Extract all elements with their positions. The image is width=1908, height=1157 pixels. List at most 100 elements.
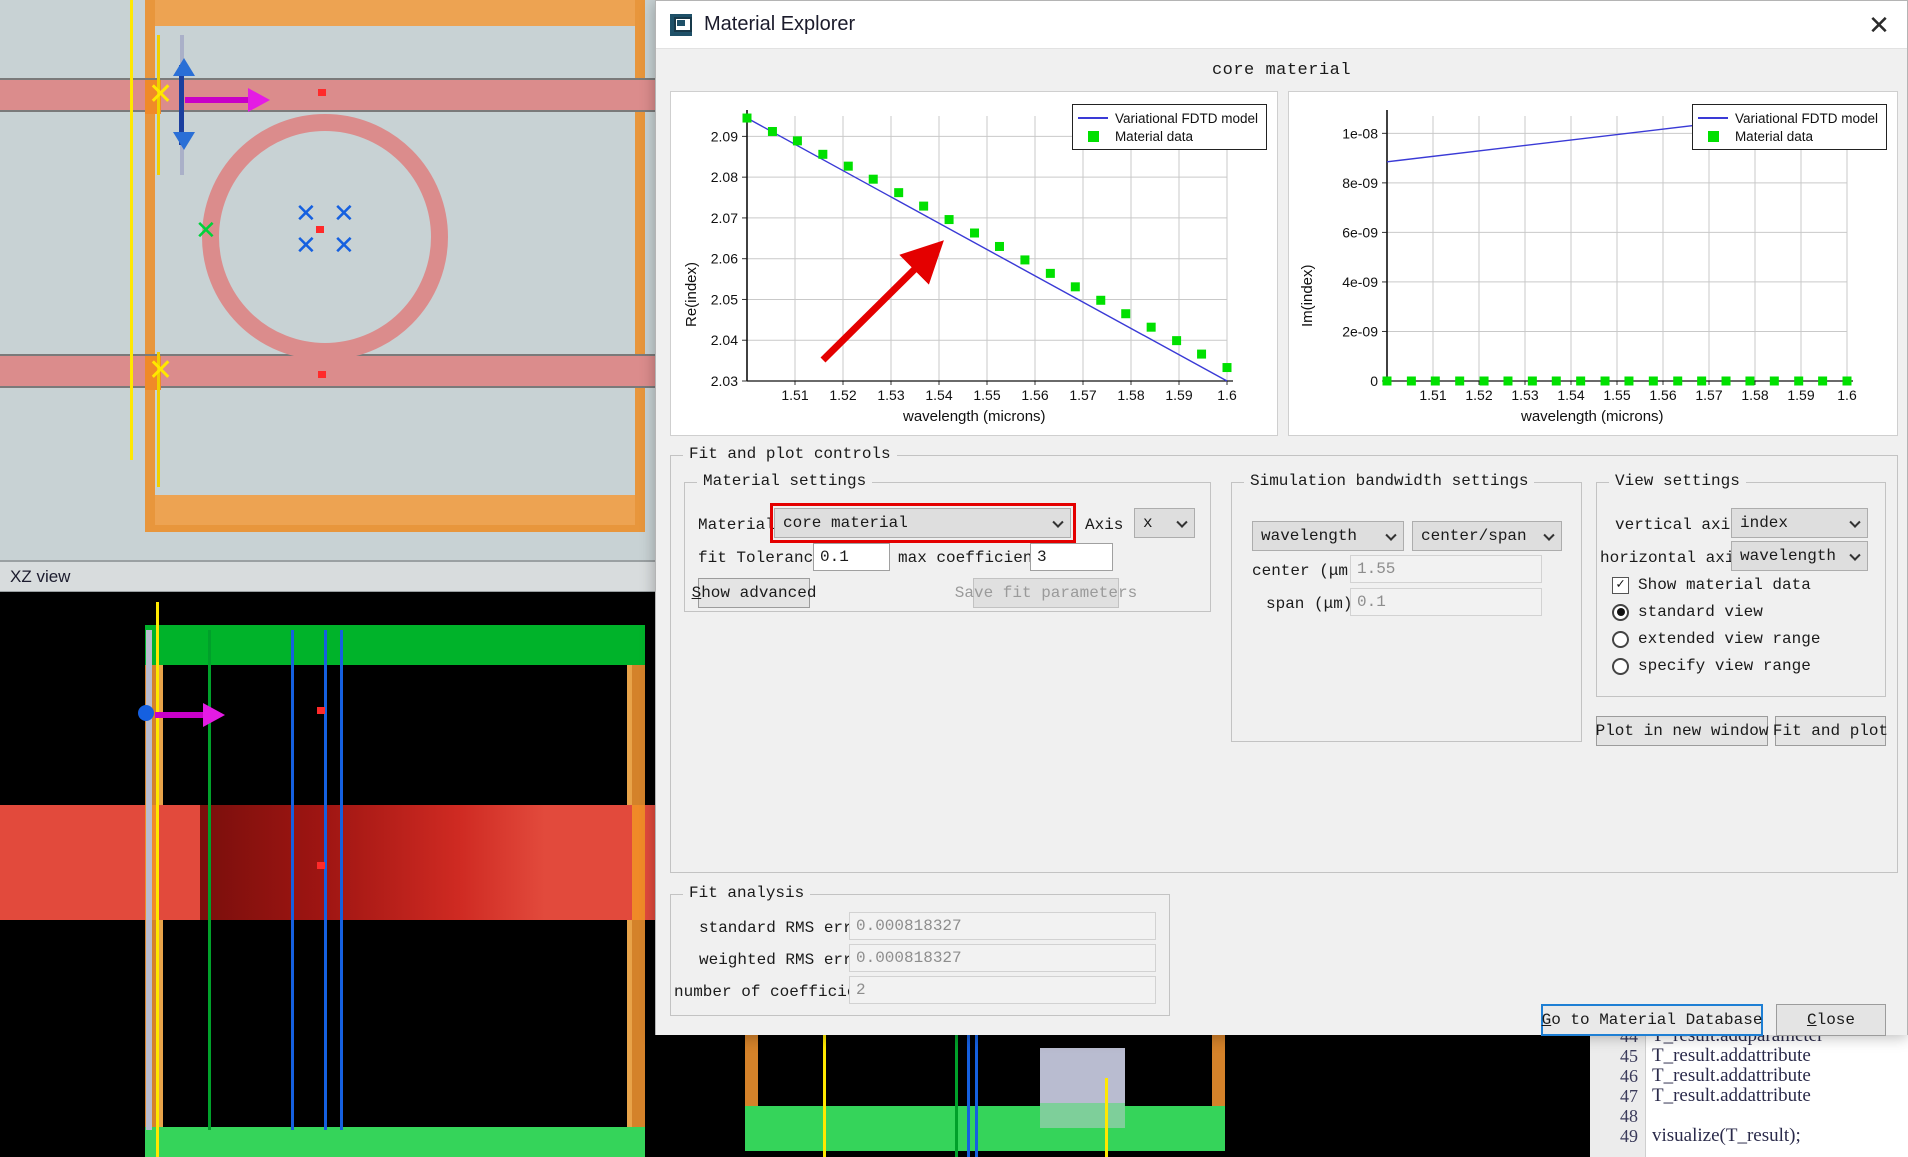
- vertical-axis-select[interactable]: index: [1731, 508, 1868, 538]
- close-icon[interactable]: ✕: [1863, 9, 1895, 41]
- center-label: center (μm): [1252, 562, 1358, 580]
- chart-real-index[interactable]: Re(index) 1.51 1.52 1.53 1.54 1.55 1.56 1.57 1.…: [670, 91, 1278, 436]
- monitor-marker-1-icon: ✕: [295, 198, 317, 228]
- legend-marker-swatch: [1707, 130, 1719, 142]
- bandwidth-mode-value: center/span: [1421, 527, 1527, 545]
- weighted-rms-error-label: weighted RMS error: [699, 951, 872, 969]
- center-input[interactable]: 1.55: [1350, 555, 1542, 583]
- script-line: 45 T_result.addattribute: [1590, 1046, 1908, 1067]
- plot-in-new-window-button[interactable]: Plot in new window: [1596, 716, 1768, 746]
- show-material-data-label: Show material data: [1638, 576, 1811, 594]
- simulation-bandwidth-title: Simulation bandwidth settings: [1244, 472, 1535, 490]
- svg-text:1.54: 1.54: [925, 387, 952, 403]
- xz-view-label: XZ view: [10, 566, 71, 586]
- injection-axis-line: [185, 97, 250, 103]
- svg-text:1.55: 1.55: [1603, 387, 1630, 403]
- xy-view-canvas[interactable]: ✕ ✕ ✕ ✕ ✕ ✕ ✕: [0, 0, 655, 560]
- chevron-down-icon: [1176, 516, 1188, 528]
- script-line-number: 47: [1620, 1086, 1638, 1106]
- mid-substrate: [745, 1106, 1225, 1151]
- show-material-data-checkbox[interactable]: ✓ Show material data: [1612, 576, 1820, 594]
- xz-view-canvas[interactable]: [0, 592, 655, 1157]
- mid-monitor-line-3: [975, 1018, 978, 1157]
- bandwidth-mode-select[interactable]: center/span: [1412, 521, 1562, 551]
- fit-and-plot-button[interactable]: Fit and plot: [1773, 716, 1888, 746]
- standard-rms-error-value-field: 0.000818327: [849, 912, 1156, 940]
- material-select[interactable]: core material: [774, 508, 1071, 538]
- simulation-bandwidth-group: Simulation bandwidth settings wavelength…: [1231, 472, 1582, 742]
- xz-source-handle[interactable]: [138, 705, 154, 721]
- xz-view-titlebar[interactable]: XZ view: [0, 560, 655, 592]
- span-input[interactable]: 0.1: [1350, 588, 1542, 616]
- xz-core-gradient: [200, 805, 545, 920]
- xz-core-port-right: [632, 805, 645, 920]
- charts-row: Re(index) 1.51 1.52 1.53 1.54 1.55 1.56 1.57 1.…: [670, 91, 1898, 436]
- radio-specify-view-range[interactable]: specify view range: [1612, 657, 1820, 675]
- svg-text:2.05: 2.05: [711, 291, 738, 307]
- xz-injection-axis: [155, 712, 205, 718]
- svg-text:1.6: 1.6: [1217, 387, 1237, 403]
- max-coefficients-input[interactable]: 3: [1030, 543, 1113, 571]
- radio-extended-view-range[interactable]: extended view range: [1612, 630, 1820, 648]
- bandwidth-quantity-select[interactable]: wavelength: [1252, 521, 1404, 551]
- script-line-number: 45: [1620, 1046, 1638, 1066]
- axis-select[interactable]: x: [1134, 508, 1195, 538]
- chart-left-ylabel: Re(index): [683, 261, 700, 327]
- material-explorer-dialog[interactable]: Material Explorer ✕ core material Re(ind…: [655, 0, 1908, 1036]
- svg-text:1.57: 1.57: [1069, 387, 1096, 403]
- go-to-material-database-button[interactable]: Go to Material Database: [1541, 1004, 1763, 1036]
- dialog-body: core material Re(index) 1.51 1.52 1.53 1.54…: [656, 49, 1907, 1036]
- number-of-coefficients-value-field: 2: [849, 976, 1156, 1004]
- show-advanced-button[interactable]: Show advanced: [692, 578, 816, 608]
- svg-text:1.56: 1.56: [1649, 387, 1676, 403]
- save-fit-parameters-label: Save fit parameters: [954, 584, 1138, 602]
- dialog-titlebar[interactable]: Material Explorer ✕: [656, 1, 1907, 49]
- script-line: 46 T_result.addattribute: [1590, 1066, 1908, 1087]
- weighted-rms-error-value-field: 0.000818327: [849, 944, 1156, 972]
- legend-label-data: Material data: [1114, 128, 1193, 144]
- background-secondary-view[interactable]: [655, 1018, 1590, 1157]
- mid-monitor-line-2: [967, 1018, 970, 1157]
- svg-text:2e-09: 2e-09: [1342, 323, 1378, 339]
- legend-line-swatch: [1697, 117, 1728, 119]
- svg-text:1.53: 1.53: [877, 387, 904, 403]
- svg-text:1.57: 1.57: [1695, 387, 1722, 403]
- script-editor-panel[interactable]: 44 T_result.addparameter 45 T_result.add…: [1590, 1018, 1908, 1157]
- svg-text:2.03: 2.03: [711, 373, 738, 389]
- svg-text:2.04: 2.04: [711, 332, 738, 348]
- material-label: Material: [698, 516, 775, 534]
- source-arrow-up-icon: [173, 58, 195, 76]
- close-button[interactable]: Close: [1776, 1004, 1886, 1036]
- monitor-marker-3-icon: ✕: [295, 230, 317, 260]
- fit-and-plot-controls-group: Fit and plot controls Material settings …: [670, 445, 1898, 873]
- chart-right-xlabel: wavelength (microns): [1521, 408, 1664, 425]
- script-line: 47 T_result.addattribute: [1590, 1086, 1908, 1107]
- svg-text:1.56: 1.56: [1021, 387, 1048, 403]
- chart-imag-index[interactable]: Im(index) 1.51 1.52 1.53 1.54 1.55 1.56 1.57 1.…: [1288, 91, 1898, 436]
- svg-text:2.09: 2.09: [711, 128, 738, 144]
- fit-tolerance-input[interactable]: 0.1: [813, 543, 890, 571]
- fit-tolerance-value: 0.1: [820, 548, 849, 566]
- chart-right-ylabel: Im(index): [1299, 264, 1316, 327]
- chevron-down-icon: [1849, 516, 1861, 528]
- port-marker-top-icon: ✕: [148, 78, 174, 111]
- standard-rms-error-label: standard RMS error: [699, 919, 872, 937]
- bandwidth-quantity-value: wavelength: [1261, 527, 1358, 545]
- max-coefficients-value: 3: [1037, 548, 1047, 566]
- mid-monitor-line-4: [1105, 1078, 1108, 1157]
- legend-label-model: Variational FDTD model: [1114, 110, 1258, 126]
- svg-text:1.6: 1.6: [1837, 387, 1857, 403]
- radio-standard-view[interactable]: standard view: [1612, 603, 1820, 621]
- svg-text:1.52: 1.52: [1465, 387, 1492, 403]
- mid-monitor-line-1: [823, 1018, 826, 1157]
- port-marker-bottom-icon: ✕: [148, 354, 174, 387]
- max-coefficients-label: max coefficients: [898, 549, 1052, 567]
- script-line: 49 visualize(T_result);: [1590, 1126, 1908, 1147]
- svg-text:1.59: 1.59: [1787, 387, 1814, 403]
- xz-monitor-line-4: [340, 630, 343, 1130]
- simulation-region-fill-top: [155, 0, 635, 26]
- vertical-axis-label: vertical axis: [1615, 516, 1740, 534]
- vertical-axis-value: index: [1740, 514, 1789, 532]
- horizontal-axis-select[interactable]: wavelength: [1731, 541, 1868, 571]
- svg-text:2.07: 2.07: [711, 210, 738, 226]
